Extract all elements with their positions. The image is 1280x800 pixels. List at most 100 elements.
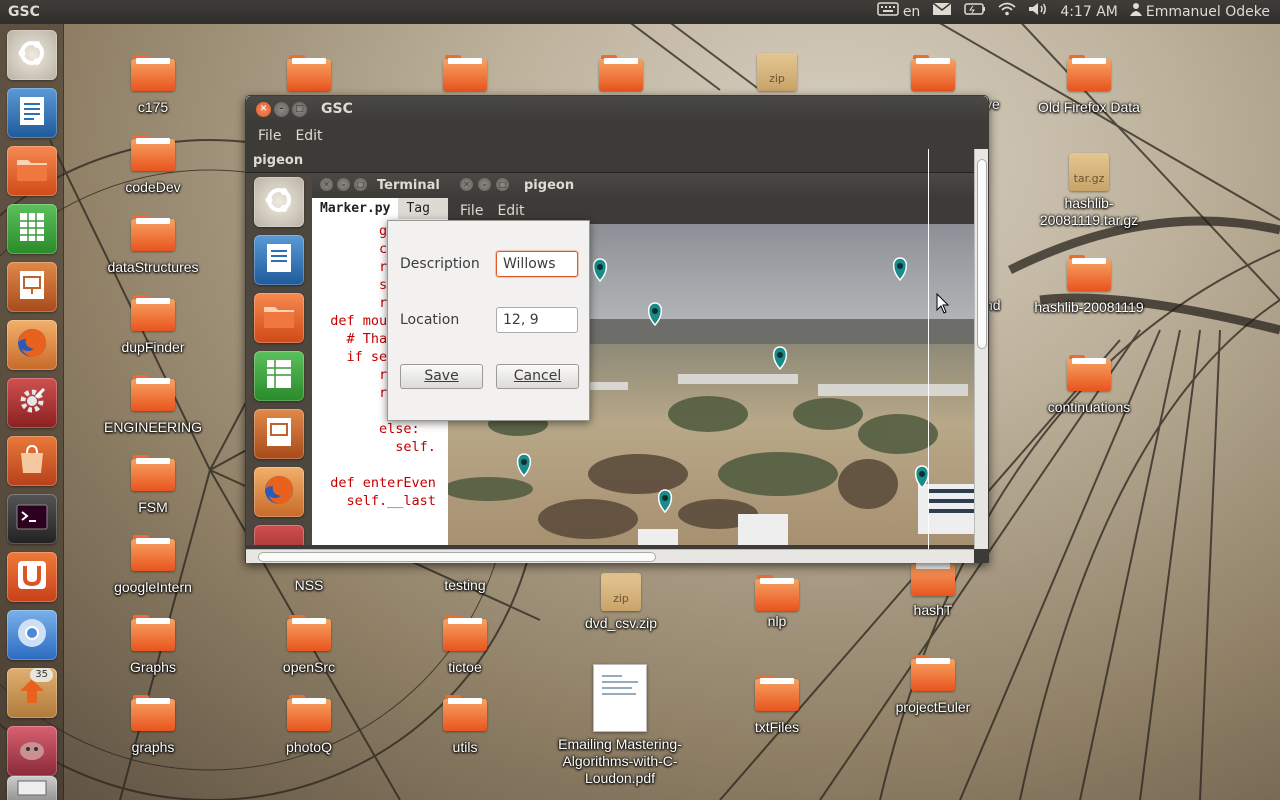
desktop-icon-label: c175 xyxy=(137,99,169,115)
desktop-folder-hidden-4[interactable] xyxy=(868,55,998,91)
desktop-folder-nss[interactable]: NSS xyxy=(244,575,374,594)
desktop-folder-txtfiles[interactable]: txtFiles xyxy=(712,675,842,736)
keyboard-layout-label: en xyxy=(902,4,921,20)
desktop-folder-hashlib[interactable]: hashlib-20081119 xyxy=(1024,255,1154,316)
menu-file[interactable]: File xyxy=(258,128,281,144)
desktop-folder-tictoe[interactable]: tictoe xyxy=(400,615,530,676)
archive-type-label: zip xyxy=(613,592,629,605)
desktop-folder-c175[interactable]: c175 xyxy=(88,55,218,116)
desktop-folder-codedev[interactable]: codeDev xyxy=(88,135,218,196)
map-pin-icon[interactable] xyxy=(516,453,532,478)
gsc-titlebar[interactable]: ✕ – □ GSC xyxy=(246,96,988,123)
desktop-folder-graphs-upper[interactable]: Graphs xyxy=(88,615,218,676)
desktop-folder-hidden-1[interactable] xyxy=(244,55,374,91)
desktop-pdf-mastering-algorithms[interactable]: Emailing Mastering-Algorithms-with-C-Lou… xyxy=(555,664,685,787)
folder-icon xyxy=(443,615,487,651)
desktop-folder-fsm[interactable]: FSM xyxy=(88,455,218,516)
desktop-folder-graphs[interactable]: graphs xyxy=(88,695,218,756)
desktop-archive-hidden[interactable]: zip xyxy=(712,53,842,91)
launcher-writer[interactable] xyxy=(7,88,57,138)
close-icon[interactable]: ✕ xyxy=(460,178,473,191)
desktop-archive-hashlib-targz[interactable]: tar.gz hashlib-20081119.tar.gz xyxy=(1024,153,1154,229)
maximize-icon[interactable]: □ xyxy=(292,102,307,117)
launcher-gimp[interactable] xyxy=(7,726,57,776)
terminal-titlebar[interactable]: ✕ – □ Terminal xyxy=(312,173,449,198)
launcher-ubuntu-one[interactable] xyxy=(7,552,57,602)
map-pin-icon[interactable] xyxy=(892,257,908,282)
launcher-files[interactable] xyxy=(7,146,57,196)
scrollbar-thumb[interactable] xyxy=(258,552,656,562)
close-icon[interactable]: ✕ xyxy=(256,102,271,117)
desktop-folder-engineering[interactable]: ENGINEERING xyxy=(88,375,218,436)
desktop-archive-dvd-csv[interactable]: zip dvd_csv.zip xyxy=(556,573,686,632)
desktop-folder-hidden-2[interactable] xyxy=(400,55,530,91)
desktop-folder-hidden-3[interactable] xyxy=(556,55,686,91)
launcher-dash[interactable] xyxy=(7,30,57,80)
desktop-folder-datastructures[interactable]: dataStructures xyxy=(88,215,218,276)
desktop-folder-hasht[interactable]: hashT xyxy=(868,560,998,619)
desktop-icon-label: dupFinder xyxy=(121,339,185,355)
user-menu[interactable]: Emmanuel Odeke xyxy=(1129,0,1270,24)
desktop-folder-continuations[interactable]: continuations xyxy=(1024,355,1154,416)
location-label: Location xyxy=(400,312,460,328)
network-indicator[interactable] xyxy=(998,0,1016,24)
keyboard-indicator[interactable]: en xyxy=(877,0,921,24)
folder-icon xyxy=(131,135,175,171)
map-pin-icon[interactable] xyxy=(647,302,663,327)
folder-icon xyxy=(131,375,175,411)
desktop-folder-testing[interactable]: testing xyxy=(400,575,530,594)
minimize-icon[interactable]: – xyxy=(337,178,350,191)
menu-edit[interactable]: Edit xyxy=(295,128,322,144)
launcher-firefox[interactable] xyxy=(7,320,57,370)
launcher-settings[interactable] xyxy=(7,378,57,428)
pigeon-titlebar[interactable]: ✕ – □ pigeon xyxy=(448,173,974,198)
scrollbar-thumb[interactable] xyxy=(977,159,987,349)
map-pin-icon[interactable] xyxy=(592,258,608,283)
desktop-folder-dupfinder[interactable]: dupFinder xyxy=(88,295,218,356)
launcher-scanner[interactable] xyxy=(7,776,57,800)
gsc-window: ✕ – □ GSC File Edit pigeon ✕ – □ Termina… xyxy=(245,95,989,563)
desktop-folder-nlp[interactable]: nlp xyxy=(712,575,842,630)
launcher-impress[interactable] xyxy=(7,262,57,312)
desktop-folder-photoq[interactable]: photoQ xyxy=(244,695,374,756)
save-button[interactable]: Save xyxy=(400,364,483,389)
map-pin-icon[interactable] xyxy=(657,489,673,514)
cancel-button[interactable]: Cancel xyxy=(496,364,579,389)
save-button-label: Save xyxy=(424,368,459,384)
clock[interactable]: 4:17 AM xyxy=(1060,0,1118,24)
mail-indicator[interactable] xyxy=(932,0,952,24)
maximize-icon[interactable]: □ xyxy=(354,178,367,191)
desktop-folder-opensrc[interactable]: openSrc xyxy=(244,615,374,676)
vertical-scrollbar[interactable] xyxy=(974,149,988,549)
battery-indicator[interactable] xyxy=(964,0,986,24)
maximize-icon[interactable]: □ xyxy=(496,178,509,191)
desktop-folder-utils[interactable]: utils xyxy=(400,695,530,756)
tab-tag[interactable]: Tag xyxy=(398,198,437,219)
desktop-folder-old-firefox-data[interactable]: Old Firefox Data xyxy=(1024,55,1154,116)
launcher-update-manager[interactable]: 35 xyxy=(7,668,57,718)
menu-edit[interactable]: Edit xyxy=(497,203,524,219)
code-line: self.__last xyxy=(314,493,436,509)
map-pin-icon[interactable] xyxy=(772,346,788,371)
folder-icon xyxy=(755,675,799,711)
close-icon[interactable]: ✕ xyxy=(320,178,333,191)
sound-indicator[interactable] xyxy=(1028,0,1048,24)
menu-file[interactable]: File xyxy=(460,203,483,219)
minimize-icon[interactable]: – xyxy=(274,102,289,117)
launcher-chromium[interactable] xyxy=(7,610,57,660)
launcher-calc[interactable] xyxy=(7,204,57,254)
horizontal-scrollbar[interactable] xyxy=(246,549,974,563)
minimize-icon[interactable]: – xyxy=(478,178,491,191)
cancel-button-label: Cancel xyxy=(513,368,562,384)
location-input[interactable] xyxy=(496,307,578,333)
tab-marker-py[interactable]: Marker.py xyxy=(312,198,399,219)
folder-icon xyxy=(443,695,487,731)
desktop-folder-projecteuler[interactable]: projectEuler xyxy=(868,655,998,716)
spreadsheet-icon xyxy=(14,209,50,249)
desktop-folder-googleintern[interactable]: googleIntern xyxy=(88,535,218,596)
description-input[interactable] xyxy=(496,251,578,277)
map-pin-icon[interactable] xyxy=(914,465,930,490)
presentation-icon xyxy=(261,414,297,454)
launcher-software-center[interactable] xyxy=(7,436,57,486)
launcher-terminal[interactable] xyxy=(7,494,57,544)
